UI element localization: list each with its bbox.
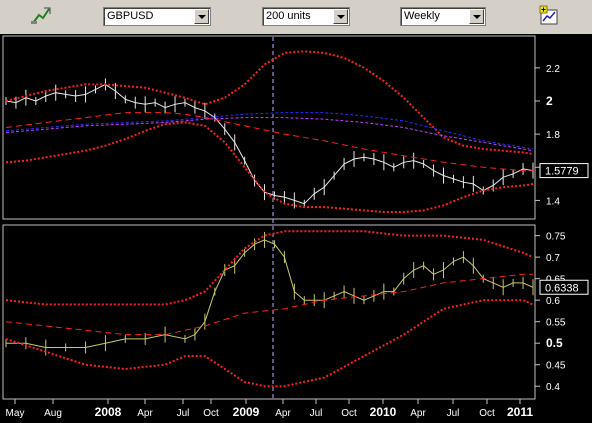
last-value-label: 0.6338 bbox=[545, 282, 579, 294]
add-chart-icon[interactable] bbox=[538, 5, 560, 27]
time-axis-label: Jul bbox=[177, 408, 190, 419]
axis-tick-label: 2.2 bbox=[546, 64, 560, 75]
axis-tick-label: 0.4 bbox=[546, 382, 560, 393]
period-select[interactable]: Weekly bbox=[400, 7, 486, 26]
time-axis-label: Oct bbox=[341, 408, 357, 419]
units-select[interactable]: 200 units bbox=[262, 7, 350, 26]
axis-tick-label: 0.7 bbox=[546, 253, 560, 264]
time-axis-label: Apr bbox=[137, 408, 153, 419]
axis-tick-label: 1.8 bbox=[546, 130, 560, 141]
axis-tick-label: 0.55 bbox=[546, 318, 566, 329]
time-axis-label: 2009 bbox=[233, 405, 260, 419]
last-value-label: 1.5779 bbox=[545, 166, 579, 178]
period-value: Weekly bbox=[404, 10, 440, 22]
axis-tick-label: 0.6 bbox=[546, 296, 560, 307]
chevron-down-icon[interactable] bbox=[469, 9, 484, 24]
chevron-down-icon[interactable] bbox=[194, 9, 209, 24]
units-value: 200 units bbox=[266, 10, 311, 22]
time-axis-label: 2011 bbox=[507, 405, 533, 419]
pencil-chart-icon[interactable] bbox=[30, 5, 52, 27]
time-axis-label: Jul bbox=[310, 408, 323, 419]
time-axis-label: May bbox=[6, 408, 25, 419]
time-axis-label: Aug bbox=[44, 408, 62, 419]
chart-area[interactable]: 2.221.81.61.41.5779 0.750.70.650.60.550.… bbox=[0, 34, 592, 423]
time-axis-label: Oct bbox=[203, 408, 219, 419]
toolbar: GBPUSD 200 units Weekly bbox=[0, 0, 592, 34]
time-axis-label: 2008 bbox=[95, 405, 122, 419]
symbol-value: GBPUSD bbox=[107, 10, 154, 22]
time-axis-label: Jul bbox=[447, 408, 460, 419]
chevron-down-icon[interactable] bbox=[333, 9, 348, 24]
axis-tick-label: 0.5 bbox=[546, 336, 563, 350]
axis-tick-label: 0.75 bbox=[546, 232, 566, 243]
symbol-select[interactable]: GBPUSD bbox=[103, 7, 211, 26]
time-axis-label: 2010 bbox=[370, 405, 397, 419]
time-axis-label: Apr bbox=[410, 408, 426, 419]
axis-tick-label: 1.4 bbox=[546, 196, 560, 207]
time-axis-label: Oct bbox=[479, 408, 495, 419]
axis-tick-label: 2 bbox=[546, 94, 553, 108]
axis-tick-label: 0.45 bbox=[546, 361, 566, 372]
time-axis-label: Apr bbox=[275, 408, 291, 419]
